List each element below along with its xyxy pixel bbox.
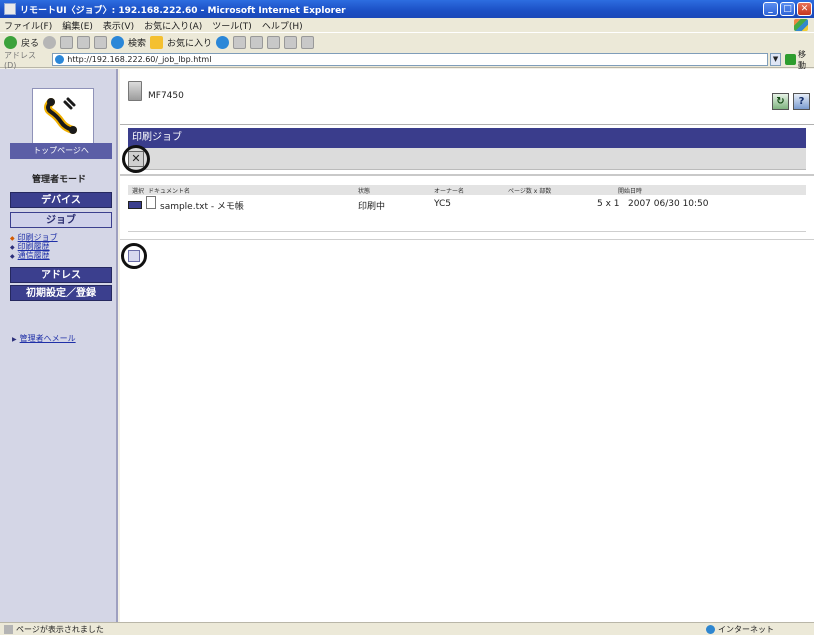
section-action-bar: [128, 148, 806, 170]
help-icon[interactable]: ?: [793, 93, 810, 110]
close-icon[interactable]: ✕: [797, 2, 812, 16]
media-icon[interactable]: [216, 36, 230, 49]
callout-circle-list: [121, 243, 147, 269]
header-divider: [120, 124, 814, 125]
menu-view[interactable]: 表示(V): [103, 19, 134, 32]
row-status: 印刷中: [358, 202, 386, 212]
back-icon[interactable]: [4, 36, 17, 49]
search-button-label[interactable]: 検索: [128, 36, 146, 49]
section-title: 印刷ジョブ: [132, 132, 182, 143]
folder-icon[interactable]: [284, 36, 298, 49]
refresh-icon[interactable]: ↻: [772, 93, 789, 110]
window-title: リモートUI〈ジョブ〉: 192.168.222.60 - Microsoft …: [20, 5, 346, 16]
status-message: ページが表示されました: [16, 624, 104, 634]
menu-file[interactable]: ファイル(F): [4, 19, 52, 32]
col-select: 選択: [132, 188, 145, 195]
status-bar: ページが表示されました インターネット: [0, 622, 814, 635]
refresh-page-icon[interactable]: [77, 36, 91, 49]
col-pages: ページ数 x 部数: [508, 188, 552, 195]
maximize-icon[interactable]: □: [780, 2, 795, 16]
address-bar: アドレス(D) http://192.168.222.60/_job_lbp.h…: [0, 49, 814, 71]
page-status-icon: [4, 624, 13, 634]
go-button-label: 移動: [798, 49, 807, 70]
nav-device[interactable]: デバイス: [10, 192, 112, 208]
menu-favorites[interactable]: お気に入り(A): [144, 19, 202, 32]
nav-address[interactable]: アドレス: [10, 267, 112, 283]
col-status: 状態: [358, 188, 371, 195]
go-arrow-icon: [785, 54, 797, 65]
printer-icon: [128, 81, 142, 101]
nav-settings[interactable]: 初期設定／登録: [10, 285, 112, 301]
edit-icon[interactable]: [267, 36, 281, 49]
row-document: sample.txt - メモ帳: [160, 202, 244, 212]
zone-label: インターネット: [718, 625, 774, 634]
globe-icon: [706, 625, 715, 634]
header-actions: ↻ ?: [772, 93, 810, 110]
menu-edit[interactable]: 編集(E): [62, 19, 93, 32]
address-dropdown-icon[interactable]: ▼: [770, 53, 782, 66]
callout-circle-cancel: [122, 145, 150, 173]
admin-mode-label: 管理者モード: [31, 175, 86, 185]
nav-job[interactable]: ジョブ: [10, 212, 112, 228]
address-url[interactable]: http://192.168.222.60/_job_lbp.html: [67, 55, 211, 64]
device-name: MF7450: [148, 91, 184, 101]
ie-app-icon: [4, 3, 16, 15]
print-icon[interactable]: [250, 36, 264, 49]
address-input[interactable]: http://192.168.222.60/_job_lbp.html: [52, 53, 769, 66]
admin-mail-link[interactable]: 管理者へメール: [12, 333, 76, 344]
favorites-icon[interactable]: [150, 36, 164, 49]
remote-ui-logo[interactable]: [32, 88, 94, 144]
go-button[interactable]: 移動: [785, 49, 814, 71]
minimize-icon[interactable]: _: [763, 2, 778, 16]
menu-tools[interactable]: ツール(T): [212, 19, 252, 32]
section-title-bar: 印刷ジョブ: [128, 128, 806, 148]
main-content: MF7450 ↻ ? 印刷ジョブ ✕ 選択 ドキュメント名 状態 オーナー名 ペ…: [120, 69, 814, 622]
row-pages-copies: 5 x 1: [597, 199, 620, 209]
row-select-button[interactable]: [128, 201, 142, 209]
table-top-divider: [120, 174, 814, 176]
window-controls: _ □ ✕: [763, 2, 812, 16]
table-header: 選択 ドキュメント名 状態 オーナー名 ページ数 x 部数 開始日時: [128, 185, 806, 195]
left-sidebar: トップページへ 管理者モード デバイス ジョブ 印刷ジョブ 印刷履歴 通信履歴 …: [0, 69, 118, 622]
document-icon: [146, 196, 156, 209]
table-bottom-divider: [128, 231, 806, 232]
search-icon[interactable]: [111, 36, 125, 49]
forward-icon[interactable]: [43, 36, 57, 49]
remote-ui-logo-icon: [44, 97, 77, 134]
stop-icon[interactable]: [60, 36, 74, 49]
section-bottom-divider: [120, 239, 814, 240]
menu-help[interactable]: ヘルプ(H): [262, 19, 303, 32]
back-button-label[interactable]: 戻る: [21, 36, 39, 49]
security-zone: インターネット: [706, 624, 774, 635]
window-titlebar: リモートUI〈ジョブ〉: 192.168.222.60 - Microsoft …: [0, 0, 814, 18]
address-label: アドレス(D): [4, 50, 36, 70]
device-header: MF7450: [128, 81, 184, 101]
page-icon: [55, 55, 65, 64]
favorites-button-label[interactable]: お気に入り: [167, 36, 212, 49]
top-page-button[interactable]: トップページへ: [10, 143, 112, 159]
mail-icon[interactable]: [233, 36, 247, 49]
row-start-time: 2007 06/30 10:50: [628, 199, 709, 209]
home-icon[interactable]: [94, 36, 108, 49]
windows-logo-icon: [794, 19, 808, 31]
messenger-icon[interactable]: [301, 36, 315, 49]
col-owner: オーナー名: [434, 188, 465, 195]
browser-toolbar: 戻る 検索 お気に入り: [0, 32, 814, 52]
menu-bar: ファイル(F) 編集(E) 表示(V) お気に入り(A) ツール(T) ヘルプ(…: [0, 18, 814, 32]
col-start: 開始日時: [618, 188, 643, 195]
col-document: ドキュメント名: [148, 188, 191, 195]
sidebar-subitem-comm-history[interactable]: 通信履歴: [10, 250, 50, 261]
row-owner: YC5: [434, 199, 452, 209]
